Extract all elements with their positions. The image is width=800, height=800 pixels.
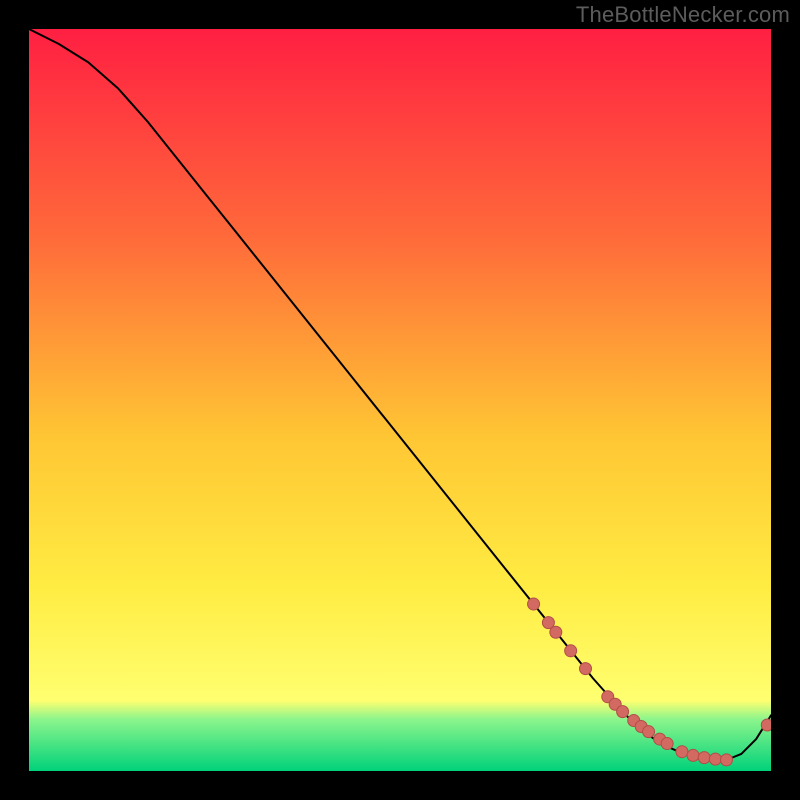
data-point-marker <box>643 726 655 738</box>
data-point-marker <box>565 645 577 657</box>
chart-plot-area <box>29 29 771 771</box>
data-point-marker <box>720 754 732 766</box>
data-point-marker <box>676 746 688 758</box>
data-point-marker <box>661 738 673 750</box>
data-point-marker <box>580 663 592 675</box>
data-point-marker <box>617 706 629 718</box>
data-point-marker <box>550 626 562 638</box>
data-point-marker <box>709 753 721 765</box>
chart-frame: TheBottleNecker.com <box>0 0 800 800</box>
data-point-marker <box>528 598 540 610</box>
data-point-marker <box>698 752 710 764</box>
data-point-marker <box>687 749 699 761</box>
chart-svg <box>29 29 771 771</box>
data-point-marker <box>761 719 771 731</box>
watermark-text: TheBottleNecker.com <box>576 2 790 28</box>
